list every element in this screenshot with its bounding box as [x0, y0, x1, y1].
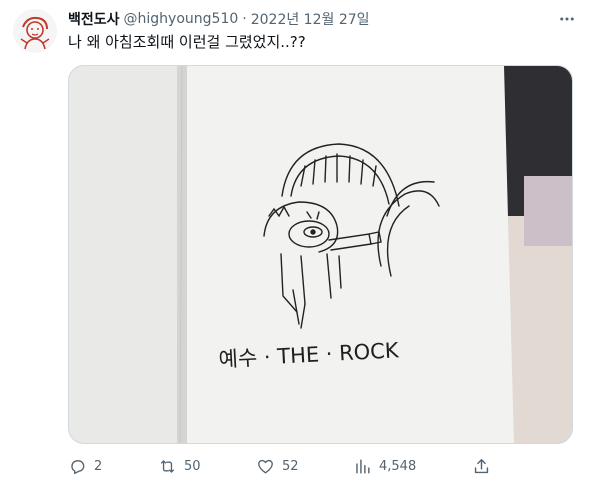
avatar-doodle-icon: [13, 9, 57, 53]
share-button[interactable]: [472, 452, 491, 480]
user-handle[interactable]: @highyoung510: [124, 11, 239, 27]
views-button[interactable]: 4,548: [353, 452, 416, 480]
tweet-header: 백전도사 @highyoung510 · 2022년 12월 27일: [68, 9, 582, 29]
retweet-count: 50: [184, 458, 201, 474]
analytics-icon: [356, 458, 370, 474]
heart-icon: [258, 459, 273, 474]
like-count: 52: [282, 458, 299, 474]
tweet-date[interactable]: 2022년 12월 27일: [251, 9, 370, 29]
avatar[interactable]: [13, 9, 57, 53]
retweet-button[interactable]: 50: [158, 452, 201, 480]
reply-count: 2: [94, 458, 103, 474]
display-name[interactable]: 백전도사: [68, 9, 120, 29]
tweet-text: 나 왜 아침조회때 이런걸 그렸었지..??: [68, 33, 306, 51]
reply-icon: [71, 459, 85, 474]
action-bar: 2 50 52 4,548: [60, 452, 500, 480]
views-count: 4,548: [379, 458, 417, 474]
notebook-drawing-image: 예수 · THE · ROCK: [69, 66, 572, 443]
share-icon: [474, 458, 489, 473]
retweet-icon: [160, 459, 175, 473]
more-horizontal-icon: [560, 17, 574, 21]
like-button[interactable]: 52: [256, 452, 299, 480]
separator-dot: ·: [242, 11, 247, 27]
more-button[interactable]: [556, 9, 578, 29]
reply-button[interactable]: 2: [68, 452, 102, 480]
tweet-media[interactable]: 예수 · THE · ROCK: [68, 65, 573, 444]
